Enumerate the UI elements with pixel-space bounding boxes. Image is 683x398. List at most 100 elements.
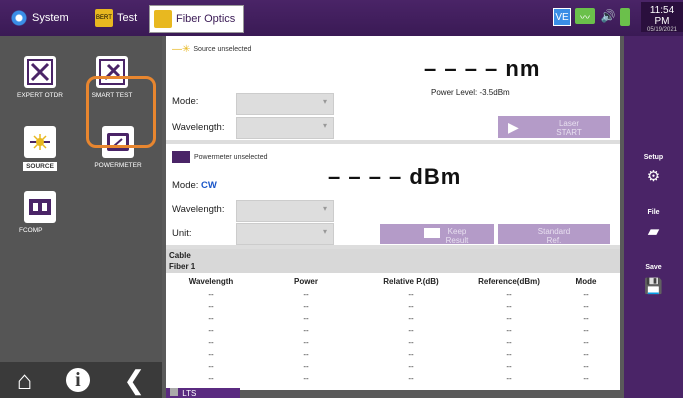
tab-test-label: Test bbox=[117, 12, 138, 24]
clock-date: 05/19/2021 bbox=[646, 27, 678, 33]
standard-label: Standard bbox=[537, 227, 571, 236]
laser-start-button[interactable]: ▶ Laser START bbox=[498, 116, 610, 138]
fiber-label: Fiber 1 bbox=[169, 262, 196, 271]
table-cell: -- bbox=[583, 314, 589, 323]
network-icon[interactable]: 〰 bbox=[575, 8, 595, 24]
table-cell: -- bbox=[303, 314, 309, 323]
table-cell: -- bbox=[208, 362, 214, 371]
col-wavelength: Wavelength bbox=[188, 277, 234, 286]
lts-tab[interactable]: LTS bbox=[166, 388, 240, 398]
right-empty-1[interactable] bbox=[624, 36, 683, 92]
app-powermeter-label: POWERMETER bbox=[94, 162, 142, 169]
table-cell: -- bbox=[583, 374, 589, 383]
app-source[interactable]: SOURCE bbox=[5, 126, 75, 171]
col-relative: Relative P.(dB) bbox=[383, 277, 439, 286]
table-cell: -- bbox=[303, 338, 309, 347]
table-cell: -- bbox=[408, 350, 414, 359]
gear-icon bbox=[10, 9, 28, 27]
fiber-optics-icon bbox=[154, 10, 172, 28]
table-cell: -- bbox=[303, 374, 309, 383]
table-cell: -- bbox=[303, 350, 309, 359]
table-cell: -- bbox=[506, 362, 512, 371]
table-row: -- -- -- -- -- bbox=[166, 314, 620, 324]
save-icon: 💾 bbox=[644, 278, 663, 295]
powermeter-header-label: Powermeter unselected bbox=[194, 153, 268, 161]
home-icon[interactable]: ⌂ bbox=[17, 365, 33, 396]
table-cell: -- bbox=[408, 302, 414, 311]
table-cell: -- bbox=[506, 290, 512, 299]
powermeter-wavelength-label: Wavelength: bbox=[172, 204, 225, 215]
table-cell: -- bbox=[506, 326, 512, 335]
laser-start-label: START bbox=[556, 128, 582, 137]
lts-icon bbox=[170, 388, 178, 396]
source-icon bbox=[24, 126, 56, 158]
tab-system[interactable]: System bbox=[10, 5, 69, 31]
table-cell: -- bbox=[208, 374, 214, 383]
table-row: -- -- -- -- -- bbox=[166, 362, 620, 372]
table-cell: -- bbox=[208, 302, 214, 311]
powermeter-unit-dropdown[interactable] bbox=[236, 223, 334, 245]
right-empty-3 bbox=[624, 311, 683, 398]
col-mode: Mode bbox=[575, 277, 597, 286]
file-label: File bbox=[647, 209, 660, 216]
source-mode-label: Mode: bbox=[172, 96, 199, 107]
expert-otdr-icon bbox=[24, 56, 56, 88]
powermeter-mode-label: Mode: CW bbox=[172, 180, 217, 191]
table-cell: -- bbox=[208, 290, 214, 299]
table-row: -- -- -- -- -- bbox=[166, 374, 620, 384]
app-expert-otdr[interactable]: EXPERT OTDR bbox=[5, 56, 75, 99]
col-reference: Reference(dBm) bbox=[478, 277, 540, 286]
powermeter-wavelength-dropdown[interactable] bbox=[236, 200, 334, 222]
file-button[interactable]: File ▰ bbox=[624, 201, 683, 257]
info-icon[interactable]: i bbox=[65, 368, 90, 392]
table-row: -- -- -- -- -- bbox=[166, 326, 620, 336]
save-button[interactable]: Save 💾 bbox=[624, 256, 683, 312]
speaker-icon[interactable]: 🔊 bbox=[599, 8, 617, 24]
app-fcomp[interactable]: FCOMP bbox=[5, 191, 75, 234]
table-cell: -- bbox=[208, 326, 214, 335]
ve-icon[interactable]: VE bbox=[553, 8, 571, 26]
table-cell: -- bbox=[408, 290, 414, 299]
app-fcomp-label: FCOMP bbox=[19, 227, 43, 234]
results-table: Cable Fiber 1 Wavelength Power Relative … bbox=[166, 249, 620, 390]
clock-time: 11:54 PM bbox=[649, 5, 675, 27]
right-empty-2[interactable] bbox=[624, 91, 683, 147]
tab-fiber-optics[interactable]: Fiber Optics bbox=[149, 5, 245, 33]
powermeter-section: Powermeter unselected – – – – dBm Mode: … bbox=[166, 146, 620, 249]
powermeter-mode-value: CW bbox=[201, 180, 217, 191]
standard-ref-button[interactable]: Standard Ref. bbox=[498, 224, 610, 245]
source-mode-dropdown[interactable] bbox=[236, 93, 334, 115]
right-panel: Setup ⚙ File ▰ Save 💾 bbox=[624, 36, 683, 398]
table-header: Cable Fiber 1 bbox=[166, 249, 620, 273]
table-cell: -- bbox=[583, 350, 589, 359]
gear-icon: ⚙ bbox=[646, 168, 661, 185]
cable-label: Cable bbox=[169, 251, 191, 260]
folder-icon: ▰ bbox=[647, 223, 660, 240]
laser-label: Laser bbox=[558, 119, 579, 128]
table-row: -- -- -- -- -- bbox=[166, 338, 620, 348]
powermeter-value: – – – – dBm bbox=[328, 164, 462, 189]
table-cell: -- bbox=[583, 362, 589, 371]
play-icon: ▶ bbox=[508, 119, 519, 135]
table-cell: -- bbox=[506, 314, 512, 323]
table-cell: -- bbox=[303, 362, 309, 371]
table-cell: -- bbox=[303, 290, 309, 299]
battery-icon[interactable] bbox=[620, 8, 630, 26]
keep-result-button[interactable]: Keep Result bbox=[380, 224, 494, 245]
back-icon[interactable]: ❮ bbox=[123, 365, 145, 396]
table-cell: -- bbox=[506, 338, 512, 347]
table-cell: -- bbox=[208, 350, 214, 359]
lts-label: LTS bbox=[182, 389, 197, 398]
setup-button[interactable]: Setup ⚙ bbox=[624, 146, 683, 202]
power-level-text: Power Level: -3.5dBm bbox=[431, 88, 510, 97]
save-label: Save bbox=[645, 264, 662, 271]
table-cell: -- bbox=[408, 374, 414, 383]
table-cell: -- bbox=[408, 362, 414, 371]
tab-test[interactable]: BERT Test bbox=[95, 5, 137, 31]
table-cell: -- bbox=[408, 338, 414, 347]
table-cell: -- bbox=[506, 374, 512, 383]
table-cell: -- bbox=[208, 338, 214, 347]
table-cell: -- bbox=[408, 326, 414, 335]
source-wavelength-dropdown[interactable] bbox=[236, 117, 334, 139]
powermeter-unit-label: Unit: bbox=[172, 228, 192, 239]
